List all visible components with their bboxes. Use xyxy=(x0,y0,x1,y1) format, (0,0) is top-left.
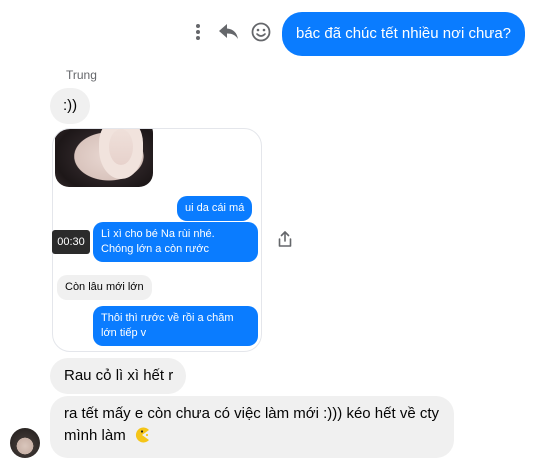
more-vertical-icon xyxy=(196,24,200,40)
reply-icon xyxy=(219,24,238,39)
incoming-message[interactable]: Rau cỏ lì xì hết r xyxy=(50,358,187,394)
shared-photo xyxy=(55,129,153,187)
more-options-button[interactable] xyxy=(188,20,208,44)
card-bubble-outgoing: Thôi thì rước về rồi a chăm lớn tiếp v xyxy=(93,306,258,346)
message-text: ra tết mấy e còn chưa có việc làm mới :)… xyxy=(64,405,439,444)
video-duration-badge: 00:30 xyxy=(52,230,90,254)
react-button[interactable] xyxy=(248,20,274,44)
share-icon xyxy=(278,231,292,247)
emoji-icon xyxy=(251,22,271,42)
card-bubble-outgoing: Lì xì cho bé Na rùi nhé. Chóng lớn a còn… xyxy=(93,222,258,262)
share-button[interactable] xyxy=(274,228,296,250)
reply-button[interactable] xyxy=(216,20,242,44)
pacman-emoji-icon xyxy=(133,427,151,450)
incoming-message[interactable]: :)) xyxy=(50,88,91,124)
card-bubble-outgoing: ui da cái má xyxy=(177,196,253,221)
sender-name: Trung xyxy=(66,68,97,82)
incoming-message[interactable]: ra tết mấy e còn chưa có việc làm mới :)… xyxy=(50,396,454,458)
outgoing-message[interactable]: bác đã chúc tết nhiều nơi chưa? xyxy=(282,12,526,56)
avatar[interactable] xyxy=(10,428,40,458)
card-bubble-incoming: Còn lâu mới lớn xyxy=(57,275,152,300)
